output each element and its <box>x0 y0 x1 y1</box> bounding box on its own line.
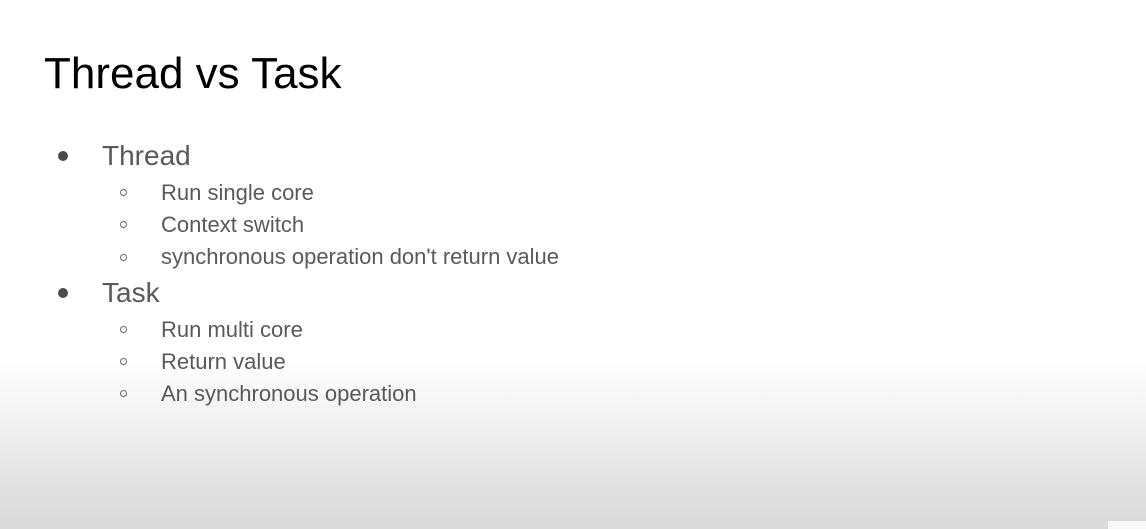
sub-item-label: Run single core <box>161 180 314 205</box>
hollow-circle-icon <box>120 254 127 261</box>
hollow-circle-icon <box>120 221 127 228</box>
hollow-circle-icon <box>120 358 127 365</box>
hollow-circle-icon <box>120 390 127 397</box>
sub-item-label: Return value <box>161 349 286 374</box>
sub-item-label: Run multi core <box>161 317 303 342</box>
bullet-label: Task <box>102 277 160 308</box>
hollow-circle-icon <box>120 189 127 196</box>
bullet-label: Thread <box>102 140 191 171</box>
bullet-dot-icon <box>58 288 68 298</box>
sub-item-label: An synchronous operation <box>161 381 417 406</box>
hollow-circle-icon <box>120 326 127 333</box>
sub-item-label: synchronous operation don't return value <box>161 244 560 269</box>
slide: Thread vs Task Thread Run single core Co… <box>0 0 1146 529</box>
bullet-dot-icon <box>58 151 68 161</box>
slide-title: Thread vs Task <box>44 49 342 98</box>
corner-mark <box>1108 521 1146 529</box>
sub-item-label: Context switch <box>161 212 305 237</box>
